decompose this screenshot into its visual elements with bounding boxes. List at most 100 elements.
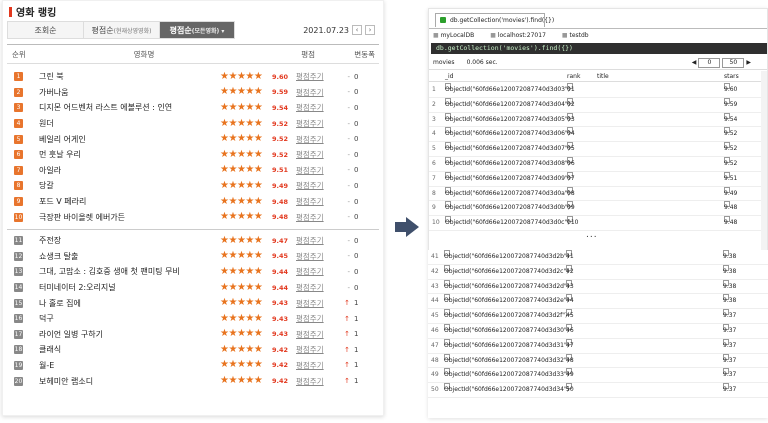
movie-title-link[interactable]: 디지몬 어드벤처 라스트 에볼루션 : 인연 [23, 102, 220, 113]
result-row[interactable]: 6ObjectId("60fd66e120072087740d3d08")06먼… [429, 156, 767, 172]
movie-title-link[interactable]: 클래식 [23, 344, 220, 355]
movie-title-link[interactable]: 보헤미안 랩소디 [23, 376, 220, 387]
result-row[interactable]: 46 ObjectId("60fd66e120072087740d3d30") 46… [428, 323, 768, 339]
movie-title-link[interactable]: 쇼생크 탈출 [23, 251, 220, 262]
rate-button[interactable]: 평점주기 [296, 344, 330, 355]
result-row[interactable]: 45 ObjectId("60fd66e120072087740d3d2f") 45… [428, 309, 768, 324]
star-icon: ★ [253, 250, 263, 262]
ellipsis: ... [586, 230, 598, 240]
result-row[interactable]: 49 ObjectId("60fd66e120072087740d3d33") 49… [428, 368, 768, 384]
rank-badge: 1 [14, 72, 23, 82]
result-row[interactable]: 3ObjectId("60fd66e120072087740d3d05")03디… [429, 112, 767, 128]
next-date-button[interactable]: › [365, 25, 375, 35]
rate-button[interactable]: 평점주기 [296, 118, 330, 129]
rate-button[interactable]: 평점주기 [296, 360, 330, 371]
result-row[interactable]: 48 ObjectId("60fd66e120072087740d3d32") 48… [428, 353, 768, 369]
collection-name: movies [433, 59, 455, 66]
score-value: 9.44 [272, 267, 289, 276]
star-icon: ★ [253, 148, 263, 160]
result-row[interactable]: 9ObjectId("60fd66e120072087740d3d0b")09포… [429, 201, 767, 217]
result-row[interactable]: 42 ObjectId("60fd66e120072087740d3d2c") 42… [428, 264, 768, 280]
movie-title-link[interactable]: 주전장 [23, 235, 220, 246]
movie-title-link[interactable]: 덕구 [23, 313, 220, 324]
stars-text: 9.48 [724, 204, 738, 212]
rate-button[interactable]: 평점주기 [296, 180, 330, 191]
star-rating: ★ ★ ★ ★ ★ [220, 196, 272, 207]
change-direction-icon: - [347, 252, 350, 261]
tab-rating-all[interactable]: 평점순(모든영화) ▾ [159, 21, 235, 39]
change-direction-icon: - [347, 181, 350, 190]
movie-title-link[interactable]: 베일리 어게인 [23, 134, 220, 145]
row-number: 7 [432, 174, 436, 182]
row-number: 42 [431, 267, 439, 275]
prev-date-button[interactable]: ‹ [352, 25, 362, 35]
result-row[interactable]: 43 ObjectId("60fd66e120072087740d3d2d") 43… [428, 279, 768, 295]
movie-title-link[interactable]: 가버나움 [23, 87, 220, 98]
tab-views[interactable]: 조회순 [7, 21, 83, 39]
page-title: 영화 랭킹 [16, 8, 57, 19]
row-number: 6 [432, 159, 436, 167]
rate-button[interactable]: 평점주기 [296, 165, 330, 176]
rate-button[interactable]: 평점주기 [296, 376, 330, 387]
object-id-text: ObjectId("60fd66e120072087740d3d30") [444, 326, 570, 334]
result-row[interactable]: 1ObjectId("60fd66e120072087740d3d03")01그… [429, 83, 767, 98]
rate-button[interactable]: 평점주기 [296, 235, 330, 246]
result-row[interactable]: 47 ObjectId("60fd66e120072087740d3d31") 47… [428, 338, 768, 354]
movie-title-link[interactable]: 먼 훗날 우리 [23, 149, 220, 160]
star-rating: ★ ★ ★ ★ ★ [220, 360, 272, 370]
movie-title-link[interactable]: 아일라 [23, 165, 220, 176]
rank-text: 45 [566, 312, 574, 320]
movie-title-link[interactable]: 그대, 고맙소 : 김호중 생애 첫 팬미팅 무비 [23, 266, 220, 277]
star-rating: ★ ★ ★ ★ ★ [220, 102, 272, 113]
col-title: title [597, 73, 609, 80]
movie-title-link[interactable]: 당갈 [23, 180, 220, 191]
result-row[interactable]: 7ObjectId("60fd66e120072087740d3d09")07아… [429, 171, 767, 187]
rate-button[interactable]: 평점주기 [296, 134, 330, 145]
page-start-input[interactable]: 0 [698, 57, 721, 68]
result-rows-top: 1ObjectId("60fd66e120072087740d3d03")01그… [429, 83, 767, 231]
tab-rating-current[interactable]: 평점순(현재상영영화) [83, 21, 159, 39]
score-value: 9.48 [272, 213, 289, 222]
header-change: 변동폭 [354, 49, 375, 59]
rate-button[interactable]: 평점주기 [296, 149, 330, 160]
rate-button[interactable]: 평점주기 [296, 71, 330, 82]
movie-title-link[interactable]: 포드 V 페라리 [23, 196, 220, 207]
page-next-icon[interactable]: ▶ [746, 56, 751, 70]
result-row[interactable]: 41 ObjectId("60fd66e120072087740d3d2b") 41… [428, 250, 768, 265]
rate-button[interactable]: 평점주기 [296, 298, 330, 309]
rate-button[interactable]: 평점주기 [296, 87, 330, 98]
movie-title-link[interactable]: 나 홀로 집에 [23, 298, 220, 309]
star-icon: ★ [253, 343, 263, 355]
rate-button[interactable]: 평점주기 [296, 282, 330, 293]
ranking-row: 12 쇼생크 탈출 ★ ★ ★ ★ ★ 9.45 평점주기 -0 [7, 249, 379, 265]
rate-button[interactable]: 평점주기 [296, 102, 330, 113]
result-row[interactable]: 5ObjectId("60fd66e120072087740d3d07")05베… [429, 142, 767, 157]
movie-title-link[interactable]: 라이언 일병 구하기 [23, 329, 220, 340]
rate-button[interactable]: 평점주기 [296, 196, 330, 207]
movie-title-link[interactable]: 월-E [23, 360, 220, 371]
result-row[interactable]: 50 ObjectId("60fd66e120072087740d3d34") 50… [428, 383, 768, 398]
star-rating: ★ ★ ★ ★ ★ [220, 148, 272, 160]
result-row[interactable]: 44 ObjectId("60fd66e120072087740d3d2e") 44… [428, 294, 768, 310]
change-direction-icon: - [347, 72, 350, 81]
rate-button[interactable]: 평점주기 [296, 266, 330, 277]
query-tab[interactable]: db.getCollection('movies').find({}) [435, 13, 554, 27]
rate-button[interactable]: 평점주기 [296, 212, 330, 223]
page-prev-icon[interactable]: ◀ [692, 56, 697, 70]
query-editor[interactable]: db.getCollection('movies').find({}) [431, 43, 767, 54]
page-size-input[interactable]: 50 [722, 57, 745, 68]
rate-button[interactable]: 평점주기 [296, 251, 330, 262]
result-row[interactable]: 10 ObjectId("60fd66e120072087740d3d0c") 01… [429, 216, 767, 231]
result-row[interactable]: 2ObjectId("60fd66e120072087740d3d04")02가… [429, 97, 767, 113]
ranking-row: 8 당갈 ★ ★ ★ ★ ★ 9.49 평점주기 -0 [7, 178, 379, 194]
movie-title-link[interactable]: 터미네이터 2:오리지널 [23, 282, 220, 293]
rank-badge: 17 [14, 329, 23, 339]
score-value: 9.47 [272, 236, 289, 245]
rate-button[interactable]: 평점주기 [296, 313, 330, 324]
result-row[interactable]: 4ObjectId("60fd66e120072087740d3d06")04원… [429, 127, 767, 143]
result-row[interactable]: 8ObjectId("60fd66e120072087740d3d0a")08당… [429, 186, 767, 202]
movie-title-link[interactable]: 극장판 바이올렛 에버가든 [23, 212, 220, 223]
movie-title-link[interactable]: 그린 북 [23, 71, 220, 82]
rate-button[interactable]: 평점주기 [296, 329, 330, 340]
movie-title-link[interactable]: 원더 [23, 118, 220, 129]
